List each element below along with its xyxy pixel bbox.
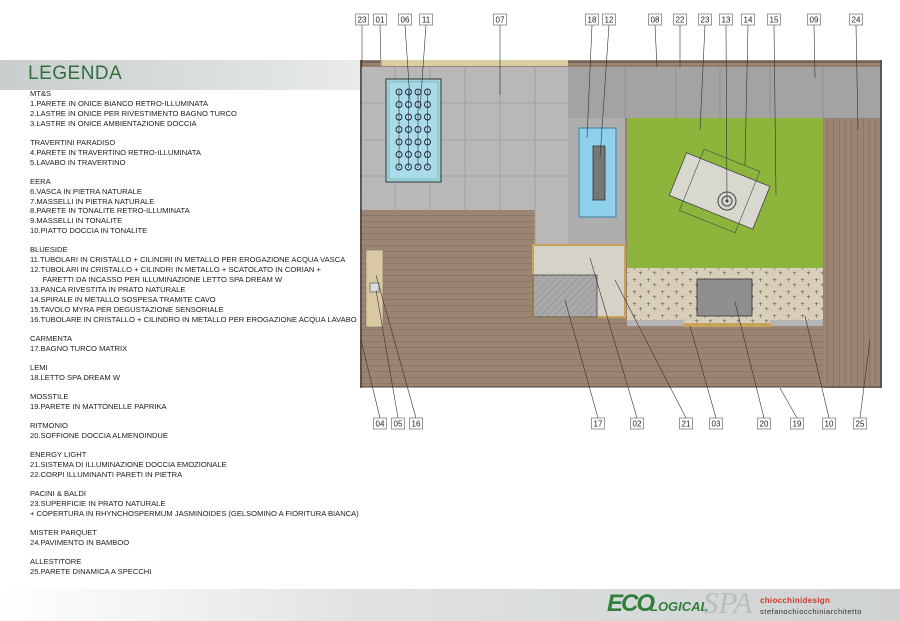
bottom-label-text: 21 [682,420,691,429]
top-label-text: 14 [744,16,753,25]
bottom-label-text: 02 [633,420,642,429]
turkish-bath-bench [532,274,598,318]
bottom-label-text: 10 [825,420,834,429]
bottom-label-text: 04 [376,420,385,429]
top-label-text: 06 [401,16,410,25]
bottom-label-text: 17 [594,420,603,429]
top-label-text: 01 [376,16,385,25]
logo-eco: ECO [607,590,655,617]
bottom-label-text: 20 [760,420,769,429]
top-label-text: 08 [651,16,660,25]
top-label-text: 23 [358,16,367,25]
top-label-text: 11 [422,16,431,25]
shower-edge-right [770,320,823,326]
logo-logical: LOGICAL [650,599,709,614]
bottom-label-leader [779,387,798,419]
logo-spa: SPA [703,585,753,620]
bamboo-floor-right [823,118,881,388]
bottom-label-text: 03 [712,420,721,429]
bottom-label-text: 16 [412,420,421,429]
brand-architect: stefanochiocchiniarchitetto [760,607,862,616]
top-label-text: 12 [605,16,614,25]
top-label-text: 24 [852,16,861,25]
top-label-text: 23 [701,16,710,25]
shower-step [683,323,771,327]
footer-band [0,589,900,621]
top-wall-strip [380,60,568,66]
spa-bed [592,145,606,201]
bottom-label-text: 05 [394,420,403,429]
bottom-label-text: 19 [793,420,802,429]
top-label-text: 09 [810,16,819,25]
floor-plan: + + [355,13,882,430]
top-label-text: 13 [722,16,731,25]
top-label-text: 22 [676,16,685,25]
top-label-text: 07 [496,16,505,25]
shower-plate [696,278,753,317]
top-label-leader [379,24,382,67]
shower-edge-left [627,320,684,326]
lavabo-bowl [369,282,380,293]
tonalite-wall [568,67,881,118]
top-label-text: 18 [588,16,597,25]
bottom-label-text: 25 [856,420,865,429]
brand-design: chiocchinidesign [760,596,831,605]
top-label-text: 15 [770,16,779,25]
